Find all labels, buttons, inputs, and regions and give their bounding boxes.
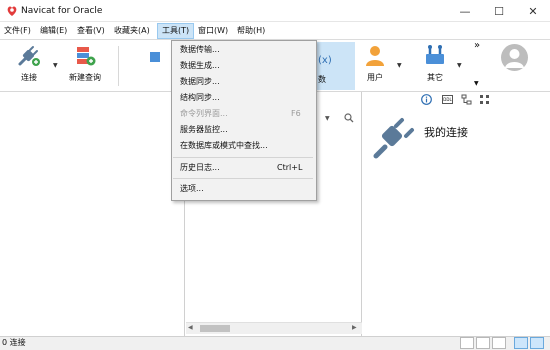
- maximize-button[interactable]: ☐: [482, 0, 516, 22]
- toolbar-overflow-icon[interactable]: »: [474, 40, 480, 51]
- menu-item-data-transfer[interactable]: 数据传输...: [180, 42, 220, 58]
- table-icon[interactable]: [150, 52, 160, 62]
- menu-help[interactable]: 帮助(H): [233, 23, 269, 39]
- list-view-button[interactable]: [460, 337, 474, 349]
- ddl-icon[interactable]: DDL: [442, 95, 453, 104]
- menu-edit[interactable]: 编辑(E): [36, 23, 71, 39]
- connection-plug-icon: [373, 118, 414, 159]
- other-button[interactable]: 其它: [418, 42, 452, 90]
- connection-count: 0 连接: [2, 338, 26, 347]
- shortcut-f6: F6: [291, 109, 301, 118]
- minimize-button[interactable]: —: [448, 0, 482, 22]
- user-dropdown-arrow-icon[interactable]: ▼: [397, 62, 402, 69]
- function-icon: (x): [318, 55, 332, 66]
- show-info-pane-button[interactable]: [514, 337, 528, 349]
- tools-icon: [420, 42, 450, 70]
- menu-favorites[interactable]: 收藏夹(A): [110, 23, 154, 39]
- other-label: 其它: [427, 73, 443, 82]
- navicat-logo-icon: [7, 6, 17, 16]
- avatar-person-icon: [505, 49, 524, 68]
- object-filter-arrow-icon[interactable]: ▼: [325, 115, 330, 122]
- detail-view-button[interactable]: [476, 337, 490, 349]
- menu-item-console[interactable]: 命令列界面...: [180, 106, 228, 122]
- menu-item-history-log[interactable]: 历史日志...: [180, 160, 220, 176]
- show-navigation-button[interactable]: [530, 337, 544, 349]
- menu-view[interactable]: 查看(V): [73, 23, 109, 39]
- close-button[interactable]: ✕: [516, 0, 550, 22]
- diagram-icon[interactable]: [461, 94, 472, 105]
- connect-button[interactable]: 连接: [8, 42, 50, 90]
- menu-file[interactable]: 文件(F): [0, 23, 35, 39]
- menu-tools[interactable]: 工具(T): [157, 23, 195, 39]
- new-query-icon: [70, 42, 100, 70]
- scroll-left-icon[interactable]: ◀: [188, 324, 193, 331]
- toolbar-options-arrow-icon[interactable]: ▼: [474, 80, 479, 87]
- scroll-right-icon[interactable]: ▶: [352, 324, 357, 331]
- other-dropdown-arrow-icon[interactable]: ▼: [457, 62, 462, 69]
- er-view-button[interactable]: [492, 337, 506, 349]
- relation-icon[interactable]: [479, 94, 490, 105]
- scrollbar-thumb[interactable]: [200, 325, 230, 332]
- toolbar-separator: [118, 46, 119, 86]
- shortcut-ctrl-l: Ctrl+L: [277, 163, 303, 172]
- user-icon: [360, 42, 390, 70]
- plug-icon: [14, 42, 44, 70]
- menu-item-data-sync[interactable]: 数据同步...: [180, 74, 220, 90]
- user-button[interactable]: 用户: [358, 42, 392, 90]
- menu-item-data-generation[interactable]: 数据生成...: [180, 58, 220, 74]
- window-title: Navicat for Oracle: [21, 6, 103, 16]
- my-connections-title: 我的连接: [424, 126, 468, 139]
- menu-item-options[interactable]: 选项...: [180, 181, 204, 197]
- new-query-label: 新建查询: [69, 73, 101, 82]
- connect-label: 连接: [21, 73, 37, 82]
- function-label: 数: [318, 75, 326, 84]
- new-query-button[interactable]: 新建查询: [62, 42, 108, 90]
- connect-dropdown-arrow-icon[interactable]: ▼: [53, 62, 58, 69]
- menu-separator: [173, 178, 313, 179]
- menu-window[interactable]: 窗口(W): [194, 23, 232, 39]
- search-icon[interactable]: [344, 113, 354, 123]
- menu-separator: [173, 157, 313, 158]
- info-icon[interactable]: [421, 94, 432, 105]
- menu-item-server-monitor[interactable]: 服务器监控...: [180, 122, 228, 138]
- menu-item-structure-sync[interactable]: 结构同步...: [180, 90, 220, 106]
- navigation-pane[interactable]: [0, 92, 185, 336]
- menu-item-find-in-schema[interactable]: 在数据库或模式中查找...: [180, 138, 268, 154]
- user-label: 用户: [367, 73, 383, 82]
